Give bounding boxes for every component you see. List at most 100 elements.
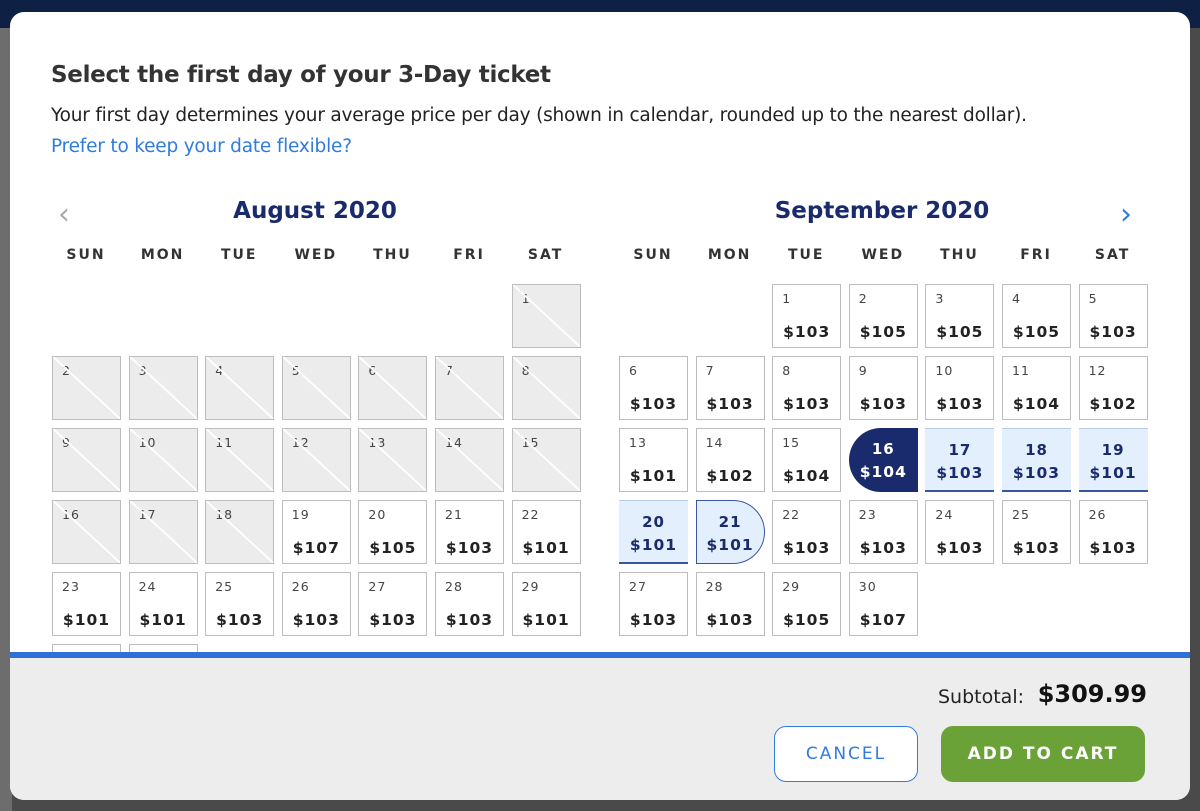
day-price: $103 [1012, 464, 1061, 482]
day-number: 13 [368, 435, 387, 450]
calendar-day[interactable]: 28 $103 [435, 572, 504, 636]
day-price: $102 [1089, 395, 1137, 413]
day-price: $101 [706, 536, 754, 554]
calendar-day[interactable]: 8 $103 [772, 356, 842, 420]
calendar-day[interactable]: 24 $101 [128, 572, 198, 636]
calendar-day[interactable]: 4 $105 [1002, 284, 1071, 348]
day-price: $101 [522, 539, 570, 557]
weekday-header: MON [707, 247, 752, 263]
day-price: $103 [1089, 539, 1137, 557]
calendar-day[interactable]: 13 $101 [619, 428, 688, 492]
day-number: 3 [935, 291, 945, 306]
calendar-day: 11 [205, 428, 275, 492]
day-number: 20 [642, 513, 665, 531]
calendar-day[interactable]: 24 $103 [925, 500, 995, 564]
calendar-day: 14 [435, 428, 504, 492]
calendar-day[interactable]: 20 $105 [358, 500, 428, 564]
day-price: $101 [62, 611, 111, 629]
calendar-day[interactable]: 31 [128, 644, 198, 652]
calendar-day[interactable]: 30 [52, 644, 121, 652]
calendar-day[interactable]: 25 $103 [205, 572, 275, 636]
flexible-date-link[interactable]: Prefer to keep your date flexible? [51, 136, 352, 157]
calendar-day[interactable]: 29 $105 [772, 572, 842, 636]
calendar-day[interactable]: 7 $103 [695, 356, 765, 420]
calendar-day[interactable]: 19 $101 [1078, 428, 1148, 492]
month-title-august: August 2020 [233, 198, 397, 224]
calendar-day[interactable]: 19 $107 [281, 500, 351, 564]
day-number: 21 [445, 507, 463, 522]
day-price: $104 [783, 467, 831, 485]
day-number: 11 [1012, 363, 1030, 378]
weekday-header: WED [294, 247, 338, 263]
day-number: 24 [935, 507, 954, 522]
calendar-scroll-area[interactable]: ‹ › August 2020 September 2020 SUN MON TUE… [10, 192, 1190, 652]
calendar-day[interactable]: 14 $102 [695, 428, 765, 492]
calendar-day[interactable]: 27 $103 [619, 572, 688, 636]
calendar-day[interactable]: 17 $103 [925, 428, 995, 492]
calendar-day[interactable]: 15 $104 [772, 428, 842, 492]
calendar-day[interactable]: 11 $104 [1002, 356, 1071, 420]
day-price: $103 [292, 611, 340, 629]
day-number: 22 [521, 507, 540, 522]
day-number: 7 [705, 363, 715, 378]
calendar-day[interactable]: 6 $103 [619, 356, 688, 420]
cancel-button[interactable]: CANCEL [774, 726, 918, 782]
calendar-day[interactable]: 9 $103 [848, 356, 918, 420]
calendar-day[interactable]: 21 $103 [435, 500, 504, 564]
calendar-day[interactable]: 29 $101 [511, 572, 581, 636]
day-number: 6 [629, 363, 638, 378]
day-number: 23 [62, 579, 80, 594]
chevron-left-icon[interactable]: ‹ [58, 200, 70, 230]
day-number: 18 [215, 507, 234, 522]
day-number: 19 [1101, 441, 1125, 459]
calendar-day[interactable]: 27 $103 [358, 572, 428, 636]
calendar-day[interactable]: 3 $105 [925, 284, 995, 348]
calendar-day[interactable]: 23 $101 [52, 572, 121, 636]
calendar-day: 4 [205, 356, 275, 420]
day-price: $103 [1089, 323, 1137, 341]
day-number: 19 [291, 507, 310, 522]
weekday-header: THU [373, 247, 412, 263]
chevron-right-icon[interactable]: › [1120, 200, 1132, 230]
calendar-day[interactable]: 28 $103 [695, 572, 765, 636]
calendar-day[interactable]: 18 $103 [1002, 428, 1071, 492]
calendar-day[interactable]: 21 $101 [695, 500, 765, 564]
day-number: 16 [62, 507, 80, 522]
calendar-day[interactable]: 23 $103 [848, 500, 918, 564]
day-price: $103 [706, 395, 754, 413]
calendar-day[interactable]: 12 $102 [1078, 356, 1148, 420]
day-number: 23 [858, 507, 877, 522]
calendar-day[interactable]: 10 $103 [925, 356, 995, 420]
day-price: $103 [859, 539, 907, 557]
calendar-day[interactable]: 22 $103 [772, 500, 842, 564]
day-price: $101 [629, 536, 678, 554]
day-number: 6 [368, 363, 378, 378]
modal-title: Select the first day of your 3-Day ticke… [51, 62, 551, 88]
calendar-day[interactable]: 26 $103 [281, 572, 351, 636]
calendar-day[interactable]: 26 $103 [1078, 500, 1148, 564]
day-number: 9 [858, 363, 868, 378]
calendar-day[interactable]: 20 $101 [619, 500, 688, 564]
date-picker-modal: Select the first day of your 3-Day ticke… [10, 12, 1190, 800]
weekday-header: THU [940, 247, 979, 263]
calendar-day: 15 [511, 428, 581, 492]
calendar-day[interactable]: 1 $103 [772, 284, 842, 348]
day-number: 4 [215, 363, 225, 378]
calendar-day[interactable]: 22 $101 [511, 500, 581, 564]
day-price: $104 [859, 463, 907, 481]
day-number: 9 [62, 435, 71, 450]
calendar-day[interactable]: 16 $104 [848, 428, 918, 492]
calendar-day[interactable]: 2 $105 [848, 284, 918, 348]
day-price: $101 [1089, 464, 1137, 482]
day-price: $105 [859, 323, 907, 341]
weekday-header: TUE [787, 247, 825, 263]
day-price: $103 [629, 611, 678, 629]
day-number: 21 [718, 513, 742, 531]
calendar-day[interactable]: 30 $107 [848, 572, 918, 636]
day-number: 29 [521, 579, 540, 594]
add-to-cart-button[interactable]: ADD TO CART [941, 726, 1145, 782]
weekday-header: TUE [220, 247, 258, 263]
calendar-day[interactable]: 25 $103 [1002, 500, 1071, 564]
calendar-day[interactable]: 5 $103 [1078, 284, 1148, 348]
day-number: 25 [1012, 507, 1030, 522]
